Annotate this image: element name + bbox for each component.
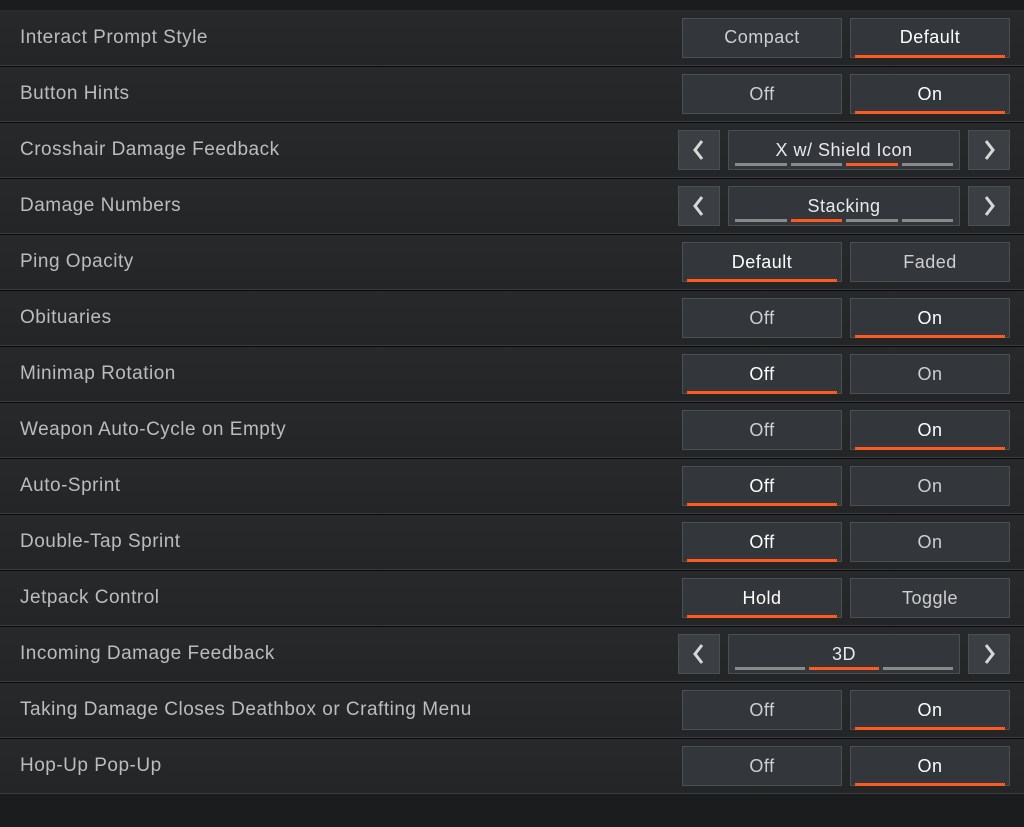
setting-row-minimap-rotation: Minimap RotationOffOn <box>0 346 1024 402</box>
option-button[interactable]: Default <box>850 18 1010 58</box>
option-button[interactable]: On <box>850 298 1010 338</box>
carousel-value-text: X w/ Shield Icon <box>775 140 912 161</box>
chevron-left-icon[interactable] <box>678 130 720 170</box>
carousel-tick <box>883 667 953 670</box>
option-button[interactable]: Off <box>682 74 842 114</box>
setting-label: Jetpack Control <box>20 587 682 609</box>
option-button[interactable]: Default <box>682 242 842 282</box>
carousel-value-text: Stacking <box>807 196 880 217</box>
carousel-value[interactable]: Stacking <box>728 186 960 226</box>
setting-row-hop-up-pop-up: Hop-Up Pop-UpOffOn <box>0 738 1024 794</box>
carousel-value[interactable]: 3D <box>728 634 960 674</box>
settings-list: Interact Prompt StyleCompactDefaultButto… <box>0 0 1024 827</box>
setting-row-weapon-auto-cycle: Weapon Auto-Cycle on EmptyOffOn <box>0 402 1024 458</box>
setting-row-ping-opacity: Ping OpacityDefaultFaded <box>0 234 1024 290</box>
setting-label: Ping Opacity <box>20 251 682 273</box>
setting-row-incoming-damage-feedback: Incoming Damage Feedback 3D <box>0 626 1024 682</box>
setting-control: OffOn <box>682 410 1010 450</box>
setting-label: Incoming Damage Feedback <box>20 643 678 665</box>
option-button[interactable]: On <box>850 74 1010 114</box>
carousel-tick <box>902 163 954 166</box>
setting-row-double-tap-sprint: Double-Tap SprintOffOn <box>0 514 1024 570</box>
setting-label: Auto-Sprint <box>20 475 682 497</box>
setting-label: Double-Tap Sprint <box>20 531 682 553</box>
chevron-right-icon[interactable] <box>968 186 1010 226</box>
setting-label: Weapon Auto-Cycle on Empty <box>20 419 682 441</box>
option-button[interactable]: Toggle <box>850 578 1010 618</box>
setting-control: 3D <box>678 634 1010 674</box>
setting-control: Stacking <box>678 186 1010 226</box>
setting-control: CompactDefault <box>682 18 1010 58</box>
setting-control: OffOn <box>682 746 1010 786</box>
setting-control: OffOn <box>682 354 1010 394</box>
option-button[interactable]: Off <box>682 466 842 506</box>
option-button[interactable]: On <box>850 746 1010 786</box>
carousel-value-text: 3D <box>832 644 856 665</box>
option-button[interactable]: On <box>850 690 1010 730</box>
setting-control: OffOn <box>682 522 1010 562</box>
setting-label: Damage Numbers <box>20 195 678 217</box>
setting-row-jetpack-control: Jetpack ControlHoldToggle <box>0 570 1024 626</box>
option-button[interactable]: Off <box>682 298 842 338</box>
chevron-left-icon[interactable] <box>678 186 720 226</box>
setting-label: Minimap Rotation <box>20 363 682 385</box>
carousel-tick <box>735 667 805 670</box>
option-button[interactable]: Off <box>682 410 842 450</box>
carousel-tick <box>809 667 879 670</box>
setting-control: OffOn <box>682 466 1010 506</box>
chevron-left-icon[interactable] <box>678 634 720 674</box>
option-button[interactable]: On <box>850 522 1010 562</box>
setting-label: Hop-Up Pop-Up <box>20 755 682 777</box>
setting-label: Obituaries <box>20 307 682 329</box>
setting-row-crosshair-damage-feedback: Crosshair Damage Feedback X w/ Shield Ico… <box>0 122 1024 178</box>
setting-control: HoldToggle <box>682 578 1010 618</box>
carousel-ticks <box>735 219 953 222</box>
chevron-right-icon[interactable] <box>968 634 1010 674</box>
carousel-tick <box>791 219 843 222</box>
setting-row-interact-prompt-style: Interact Prompt StyleCompactDefault <box>0 10 1024 66</box>
setting-label: Button Hints <box>20 83 682 105</box>
carousel-tick <box>846 219 898 222</box>
option-button[interactable]: On <box>850 410 1010 450</box>
setting-control: OffOn <box>682 74 1010 114</box>
option-button[interactable]: Compact <box>682 18 842 58</box>
carousel-ticks <box>735 163 953 166</box>
carousel-ticks <box>735 667 953 670</box>
carousel-tick <box>846 163 898 166</box>
carousel-tick <box>735 219 787 222</box>
setting-label: Crosshair Damage Feedback <box>20 139 678 161</box>
setting-row-taking-damage-closes: Taking Damage Closes Deathbox or Craftin… <box>0 682 1024 738</box>
carousel-tick <box>902 219 954 222</box>
option-button[interactable]: Off <box>682 690 842 730</box>
option-button[interactable]: Off <box>682 746 842 786</box>
setting-label: Interact Prompt Style <box>20 27 682 49</box>
option-button[interactable]: Off <box>682 354 842 394</box>
carousel-tick <box>735 163 787 166</box>
option-button[interactable]: Faded <box>850 242 1010 282</box>
carousel-value[interactable]: X w/ Shield Icon <box>728 130 960 170</box>
setting-row-button-hints: Button HintsOffOn <box>0 66 1024 122</box>
setting-control: X w/ Shield Icon <box>678 130 1010 170</box>
carousel-tick <box>791 163 843 166</box>
option-button[interactable]: On <box>850 466 1010 506</box>
setting-label: Taking Damage Closes Deathbox or Craftin… <box>20 699 682 721</box>
setting-row-obituaries: ObituariesOffOn <box>0 290 1024 346</box>
option-button[interactable]: On <box>850 354 1010 394</box>
setting-control: OffOn <box>682 298 1010 338</box>
option-button[interactable]: Off <box>682 522 842 562</box>
setting-row-auto-sprint: Auto-SprintOffOn <box>0 458 1024 514</box>
setting-control: DefaultFaded <box>682 242 1010 282</box>
chevron-right-icon[interactable] <box>968 130 1010 170</box>
setting-control: OffOn <box>682 690 1010 730</box>
setting-row-damage-numbers: Damage Numbers Stacking <box>0 178 1024 234</box>
option-button[interactable]: Hold <box>682 578 842 618</box>
